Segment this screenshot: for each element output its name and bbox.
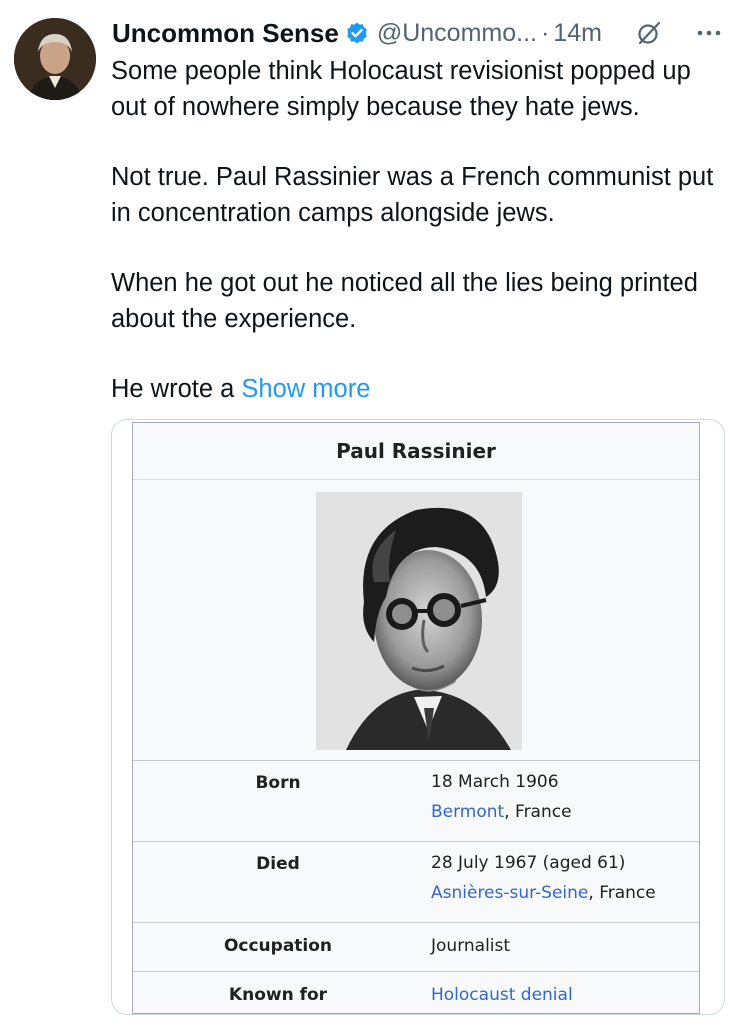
infobox-label: Born: [255, 773, 301, 793]
avatar[interactable]: [14, 18, 96, 100]
grok-icon[interactable]: [636, 20, 662, 46]
tweet-text: Some people think Holocaust revisionist …: [111, 54, 731, 443]
born-place: Bermont, France: [431, 797, 572, 827]
wiki-link[interactable]: Holocaust denial: [431, 985, 573, 1005]
tweet-paragraph: When he got out he noticed all the lies …: [111, 269, 698, 333]
wikipedia-infobox: Paul Rassinier Born 18 March 1906 Bermon…: [132, 422, 700, 1014]
portrait-photo: [316, 492, 522, 750]
wiki-link[interactable]: Asnières-sur-Seine: [431, 883, 588, 903]
infobox-value: 28 July 1967 (aged 61) Asnières-sur-Sein…: [431, 848, 656, 908]
died-place: Asnières-sur-Seine, France: [431, 878, 656, 908]
infobox-value: Journalist: [431, 936, 511, 956]
tweet-media-card[interactable]: Paul Rassinier Born 18 March 1906 Bermon…: [111, 419, 725, 1015]
tweet-paragraph: Not true. Paul Rassinier was a French co…: [111, 163, 714, 227]
died-country: , France: [588, 883, 656, 903]
avatar-portrait: [14, 18, 96, 100]
infobox-value: 18 March 1906 Bermont, France: [431, 767, 572, 827]
wiki-link[interactable]: Bermont: [431, 802, 504, 822]
infobox-row-born: Born 18 March 1906 Bermont, France: [133, 761, 699, 842]
infobox-label: Occupation: [223, 936, 333, 956]
author-name[interactable]: Uncommon Sense: [112, 18, 339, 49]
infobox-title: Paul Rassinier: [133, 423, 699, 480]
truncated-text: He wrote a: [111, 375, 235, 403]
tweet-header: Uncommon Sense @Uncommo... · 14m: [112, 14, 724, 52]
born-country: , France: [504, 802, 572, 822]
infobox-label: Died: [256, 854, 300, 874]
died-date: 28 July 1967 (aged 61): [431, 853, 626, 873]
author-handle[interactable]: @Uncommo...: [377, 19, 537, 48]
born-date: 18 March 1906: [431, 772, 559, 792]
infobox-photo-row: [133, 480, 699, 761]
verified-badge-icon: [346, 22, 367, 44]
infobox-row-occupation: Occupation Journalist: [133, 923, 699, 972]
show-more-link[interactable]: Show more: [241, 375, 370, 403]
infobox-value: Holocaust denial: [431, 980, 573, 1010]
timestamp[interactable]: 14m: [553, 19, 602, 48]
infobox-row-died: Died 28 July 1967 (aged 61) Asnières-sur…: [133, 842, 699, 923]
tweet-paragraph: Some people think Holocaust revisionist …: [111, 57, 691, 121]
infobox-row-known-for: Known for Holocaust denial: [133, 972, 699, 1014]
infobox-label: Known for: [228, 985, 328, 1005]
header-separator: ·: [540, 18, 550, 47]
more-options-icon[interactable]: [694, 20, 724, 46]
tweet-paragraph-truncated: He wrote a Show more: [111, 372, 731, 408]
